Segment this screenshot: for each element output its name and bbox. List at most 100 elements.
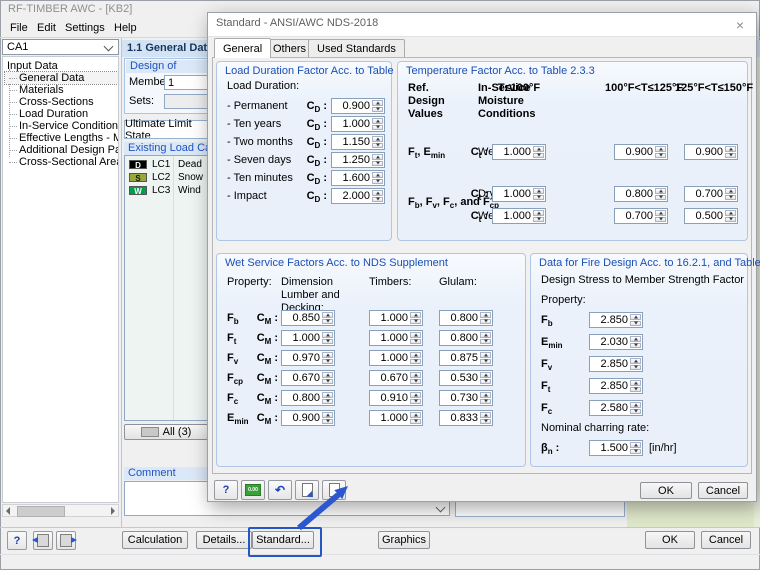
cm-ft-timbers-spinner[interactable]: 1.000 xyxy=(369,330,423,346)
tab-ultimate-limit-state[interactable]: Ultimate Limit State xyxy=(124,120,208,138)
spin-buttons[interactable] xyxy=(372,190,383,202)
reset-defaults-button[interactable]: ↶ xyxy=(268,480,292,500)
calculation-button[interactable]: Calculation xyxy=(122,531,188,549)
spin-buttons[interactable] xyxy=(533,210,544,222)
spin-buttons[interactable] xyxy=(655,188,666,200)
graphics-button[interactable]: Graphics xyxy=(378,531,430,549)
scroll-right-icon[interactable] xyxy=(111,507,115,515)
spin-buttons[interactable] xyxy=(410,392,421,404)
tree-root-input-data[interactable]: Input Data xyxy=(3,60,118,72)
ct-row3-col1-spinner[interactable]: 1.000 xyxy=(492,208,546,224)
ct-row2-col1-spinner[interactable]: 1.000 xyxy=(492,186,546,202)
cm-emin-timbers-spinner[interactable]: 1.000 xyxy=(369,410,423,426)
close-button[interactable]: × xyxy=(724,13,756,36)
cd-impact-spinner[interactable]: 2.000 xyxy=(331,188,385,204)
menu-edit[interactable]: Edit xyxy=(33,20,60,36)
case-selector[interactable]: CA1 xyxy=(2,39,119,55)
spin-buttons[interactable] xyxy=(630,442,641,454)
cd-two-months-spinner[interactable]: 1.150 xyxy=(331,134,385,150)
scroll-left-icon[interactable] xyxy=(6,507,10,515)
spin-buttons[interactable] xyxy=(630,380,641,392)
spin-buttons[interactable] xyxy=(372,100,383,112)
main-cancel-button[interactable]: Cancel xyxy=(701,531,751,549)
fire-emin-spinner[interactable]: 2.030 xyxy=(589,334,643,350)
next-module-button[interactable] xyxy=(56,531,76,550)
spin-buttons[interactable] xyxy=(322,412,333,424)
spin-buttons[interactable] xyxy=(372,136,383,148)
tab-general[interactable]: General xyxy=(214,38,271,58)
cm-fcp-dim-spinner[interactable]: 0.670 xyxy=(281,370,335,386)
ct-row2-col3-spinner[interactable]: 0.700 xyxy=(684,186,738,202)
dialog-ok-button[interactable]: OK xyxy=(640,482,692,499)
spin-buttons[interactable] xyxy=(480,372,491,384)
menu-file[interactable]: File xyxy=(6,20,32,36)
cd-ten-years-spinner[interactable]: 1.000 xyxy=(331,116,385,132)
charring-rate-spinner[interactable]: 1.500 xyxy=(589,440,643,456)
spin-buttons[interactable] xyxy=(372,154,383,166)
spin-buttons[interactable] xyxy=(655,210,666,222)
spin-buttons[interactable] xyxy=(410,332,421,344)
spin-buttons[interactable] xyxy=(322,352,333,364)
cm-ft-dim-spinner[interactable]: 1.000 xyxy=(281,330,335,346)
main-ok-button[interactable]: OK xyxy=(645,531,695,549)
tab-used-standards[interactable]: Used Standards xyxy=(308,39,405,57)
spin-buttons[interactable] xyxy=(630,402,641,414)
cm-fv-timbers-spinner[interactable]: 1.000 xyxy=(369,350,423,366)
previous-module-button[interactable] xyxy=(33,531,53,550)
spin-buttons[interactable] xyxy=(322,392,333,404)
spin-buttons[interactable] xyxy=(480,332,491,344)
fire-fc-spinner[interactable]: 2.580 xyxy=(589,400,643,416)
fire-fb-spinner[interactable]: 2.850 xyxy=(589,312,643,328)
spin-buttons[interactable] xyxy=(725,146,736,158)
load-settings-button[interactable] xyxy=(295,480,319,500)
save-settings-button[interactable] xyxy=(322,480,346,500)
spin-buttons[interactable] xyxy=(533,146,544,158)
ct-row2-col2-spinner[interactable]: 0.800 xyxy=(614,186,668,202)
ct-row3-col2-spinner[interactable]: 0.700 xyxy=(614,208,668,224)
cd-ten-minutes-spinner[interactable]: 1.600 xyxy=(331,170,385,186)
tree-item-materials[interactable]: Materials xyxy=(5,84,118,96)
spin-buttons[interactable] xyxy=(533,188,544,200)
cm-fc-dim-spinner[interactable]: 0.800 xyxy=(281,390,335,406)
ct-row3-col3-spinner[interactable]: 0.500 xyxy=(684,208,738,224)
dialog-cancel-button[interactable]: Cancel xyxy=(698,482,748,499)
cd-permanent-spinner[interactable]: 0.900 xyxy=(331,98,385,114)
h-scrollbar[interactable] xyxy=(2,504,119,517)
cm-fb-dim-spinner[interactable]: 0.850 xyxy=(281,310,335,326)
fire-ft-spinner[interactable]: 2.850 xyxy=(589,378,643,394)
tree-item-additional-design-parameters[interactable]: Additional Design Parameters xyxy=(5,144,118,156)
cm-emin-glulam-spinner[interactable]: 0.833 xyxy=(439,410,493,426)
cm-emin-dim-spinner[interactable]: 0.900 xyxy=(281,410,335,426)
ct-row1-col2-spinner[interactable]: 0.900 xyxy=(614,144,668,160)
spin-buttons[interactable] xyxy=(410,312,421,324)
spin-buttons[interactable] xyxy=(322,312,333,324)
spin-buttons[interactable] xyxy=(372,118,383,130)
cm-fb-timbers-spinner[interactable]: 1.000 xyxy=(369,310,423,326)
cm-fcp-timbers-spinner[interactable]: 0.670 xyxy=(369,370,423,386)
spin-buttons[interactable] xyxy=(410,412,421,424)
spin-buttons[interactable] xyxy=(655,146,666,158)
spin-buttons[interactable] xyxy=(480,312,491,324)
spin-buttons[interactable] xyxy=(322,372,333,384)
spin-buttons[interactable] xyxy=(480,352,491,364)
ct-row1-col1-spinner[interactable]: 1.000 xyxy=(492,144,546,160)
tree-item-general-data[interactable]: General Data xyxy=(5,72,118,84)
cm-fcp-glulam-spinner[interactable]: 0.530 xyxy=(439,370,493,386)
spin-buttons[interactable] xyxy=(630,314,641,326)
scroll-thumb[interactable] xyxy=(17,506,65,517)
spin-buttons[interactable] xyxy=(322,332,333,344)
units-settings-button[interactable]: 0.00 xyxy=(241,480,265,500)
cm-fv-dim-spinner[interactable]: 0.970 xyxy=(281,350,335,366)
help-button[interactable]: ? xyxy=(7,531,27,550)
tree-item-in-service-conditions[interactable]: In-Service Conditions - Members xyxy=(5,120,118,132)
all-load-cases-button[interactable]: All (3) xyxy=(124,424,208,440)
ct-row1-col3-spinner[interactable]: 0.900 xyxy=(684,144,738,160)
dialog-help-button[interactable]: ? xyxy=(214,480,238,500)
spin-buttons[interactable] xyxy=(725,210,736,222)
tree-item-effective-lengths[interactable]: Effective Lengths - Members xyxy=(5,132,118,144)
menu-settings[interactable]: Settings xyxy=(61,20,109,36)
spin-buttons[interactable] xyxy=(410,372,421,384)
spin-buttons[interactable] xyxy=(630,358,641,370)
cm-fc-timbers-spinner[interactable]: 0.910 xyxy=(369,390,423,406)
cm-fv-glulam-spinner[interactable]: 0.875 xyxy=(439,350,493,366)
